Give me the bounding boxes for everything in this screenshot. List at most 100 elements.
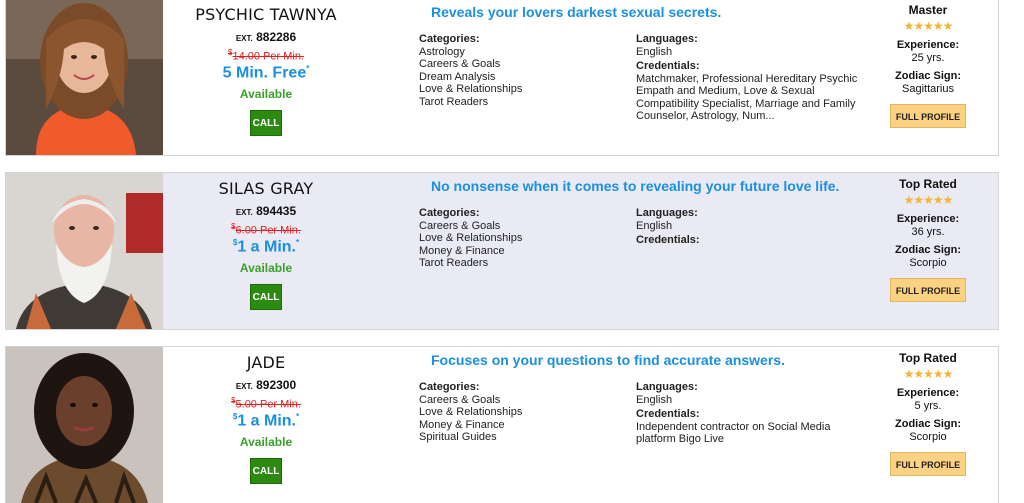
categories-label: Categories: [419,33,480,45]
advisor-tagline: No nonsense when it comes to revealing y… [431,178,840,194]
category-item: Love & Relationships [419,406,523,418]
zodiac-value: Sagittarius [902,83,954,95]
star-icon: ★ [903,193,915,207]
languages-value: English [636,393,673,406]
star-icon: ★ [923,19,934,33]
categories-section: Categories: Astrology Careers & Goals Dr… [419,33,629,108]
advisor-stats: Top Rated ★★★★★ Experience: 36 yrs. Zodi… [878,173,978,302]
experience-value: 5 yrs. [914,400,942,412]
availability-status: Available [239,86,293,101]
advisor-identity: PSYCHIC TAWNYA EXT. 882286 $14.00 Per Mi… [181,0,351,136]
star-icon: ★ [932,367,944,381]
availability-status: Available [239,434,293,449]
full-profile-button[interactable]: FULL PROFILE [890,278,966,302]
advisor-photo-image [6,347,163,503]
experience-value: 36 yrs. [911,226,945,238]
languages-label: Languages: [636,381,698,393]
star-icon: ★ [942,367,954,381]
regular-price: $14.00 Per Min. [228,48,304,63]
languages-credentials-section: Languages: English Credentials: Matchmak… [636,33,866,123]
star-icon: ★ [942,193,954,207]
promo-price: $1 a Min.* [232,411,300,429]
extension-number: EXT. 882286 [181,30,351,44]
star-rating: ★★★★★ [878,19,978,33]
languages-value: English [636,45,673,58]
advisor-name[interactable]: SILAS GRAY [181,179,351,198]
category-item: Money & Finance [419,418,505,431]
extension-number: EXT. 892300 [181,378,351,392]
advisor-rank: Master [908,3,948,17]
category-item: Money & Finance [419,244,505,257]
star-rating: ★★★★★ [878,193,978,207]
ext-prefix: EXT. [235,382,253,391]
advisor-name[interactable]: PSYCHIC TAWNYA [181,5,351,24]
regular-price: $5.00 Per Min. [231,396,301,411]
categories-label: Categories: [419,207,480,219]
zodiac-label: Zodiac Sign: [895,418,961,430]
languages-value: English [636,219,673,232]
advisor-identity: JADE EXT. 892300 $5.00 Per Min. $1 a Min… [181,347,351,484]
advisor-photo[interactable] [6,0,163,155]
credentials-value: Independent contractor on Social Media p… [636,420,831,446]
category-item: Tarot Readers [419,95,489,108]
category-item: Tarot Readers [419,257,489,269]
ext-value: 892300 [256,378,297,392]
call-button[interactable]: CALL [250,283,282,310]
advisor-card: SILAS GRAY EXT. 894435 $6.00 Per Min. $1… [5,172,999,330]
experience-value: 25 yrs. [911,52,945,64]
category-item: Love & Relationships [419,83,523,95]
credentials-label: Credentials: [636,234,700,246]
promo-price: $1 a Min.* [232,237,300,255]
experience-label: Experience: [896,387,960,399]
advisor-stats: Top Rated ★★★★★ Experience: 5 yrs. Zodia… [878,347,978,476]
ext-prefix: EXT. [235,208,253,217]
category-item: Love & Relationships [419,232,523,244]
zodiac-label: Zodiac Sign: [895,244,961,256]
advisor-name[interactable]: JADE [181,353,351,372]
languages-credentials-section: Languages: English Credentials: [636,207,866,247]
categories-list: Careers & Goals Love & Relationships Mon… [419,394,629,444]
star-icon: ★ [942,19,954,33]
advisor-photo[interactable] [6,347,163,503]
ext-prefix: EXT. [235,34,253,43]
experience-label: Experience: [896,39,960,51]
advisor-photo[interactable] [6,173,163,329]
star-icon: ★ [913,193,924,207]
advisor-photo-image [6,173,163,329]
ext-value: 894435 [256,204,297,218]
call-button[interactable]: CALL [250,457,282,484]
category-item: Astrology [419,45,465,58]
categories-list: Careers & Goals Love & Relationships Mon… [419,220,629,270]
category-item: Careers & Goals [419,219,501,232]
extension-number: EXT. 894435 [181,204,351,218]
full-profile-button[interactable]: FULL PROFILE [890,104,966,128]
categories-section: Categories: Careers & Goals Love & Relat… [419,207,629,270]
star-icon: ★ [923,193,934,207]
category-item: Careers & Goals [419,58,501,70]
star-icon: ★ [913,367,924,381]
categories-section: Categories: Careers & Goals Love & Relat… [419,381,629,444]
category-item: Careers & Goals [419,393,501,406]
advisor-photo-image [6,0,163,155]
star-icon: ★ [932,193,944,207]
credentials-label: Credentials: [636,60,700,72]
advisor-tagline: Focuses on your questions to find accura… [431,352,785,368]
call-button[interactable]: CALL [250,109,282,136]
category-item: Dream Analysis [419,70,496,83]
advisor-stats: Master ★★★★★ Experience: 25 yrs. Zodiac … [878,0,978,128]
promo-price: 5 Min. Free* [222,63,310,81]
credentials-value: Matchmaker, Professional Hereditary Psyc… [636,72,858,123]
category-item: Spiritual Guides [419,431,497,443]
zodiac-value: Scorpio [909,257,947,269]
zodiac-label: Zodiac Sign: [895,70,961,82]
categories-label: Categories: [419,381,480,393]
credentials-label: Credentials: [636,408,700,420]
regular-price: $6.00 Per Min. [231,222,301,237]
full-profile-button[interactable]: FULL PROFILE [890,452,966,476]
categories-list: Astrology Careers & Goals Dream Analysis… [419,46,629,109]
star-icon: ★ [923,367,934,381]
advisor-card: PSYCHIC TAWNYA EXT. 882286 $14.00 Per Mi… [5,0,999,156]
advisor-identity: SILAS GRAY EXT. 894435 $6.00 Per Min. $1… [181,173,351,310]
star-icon: ★ [913,19,924,33]
advisor-rank: Top Rated [899,351,957,365]
